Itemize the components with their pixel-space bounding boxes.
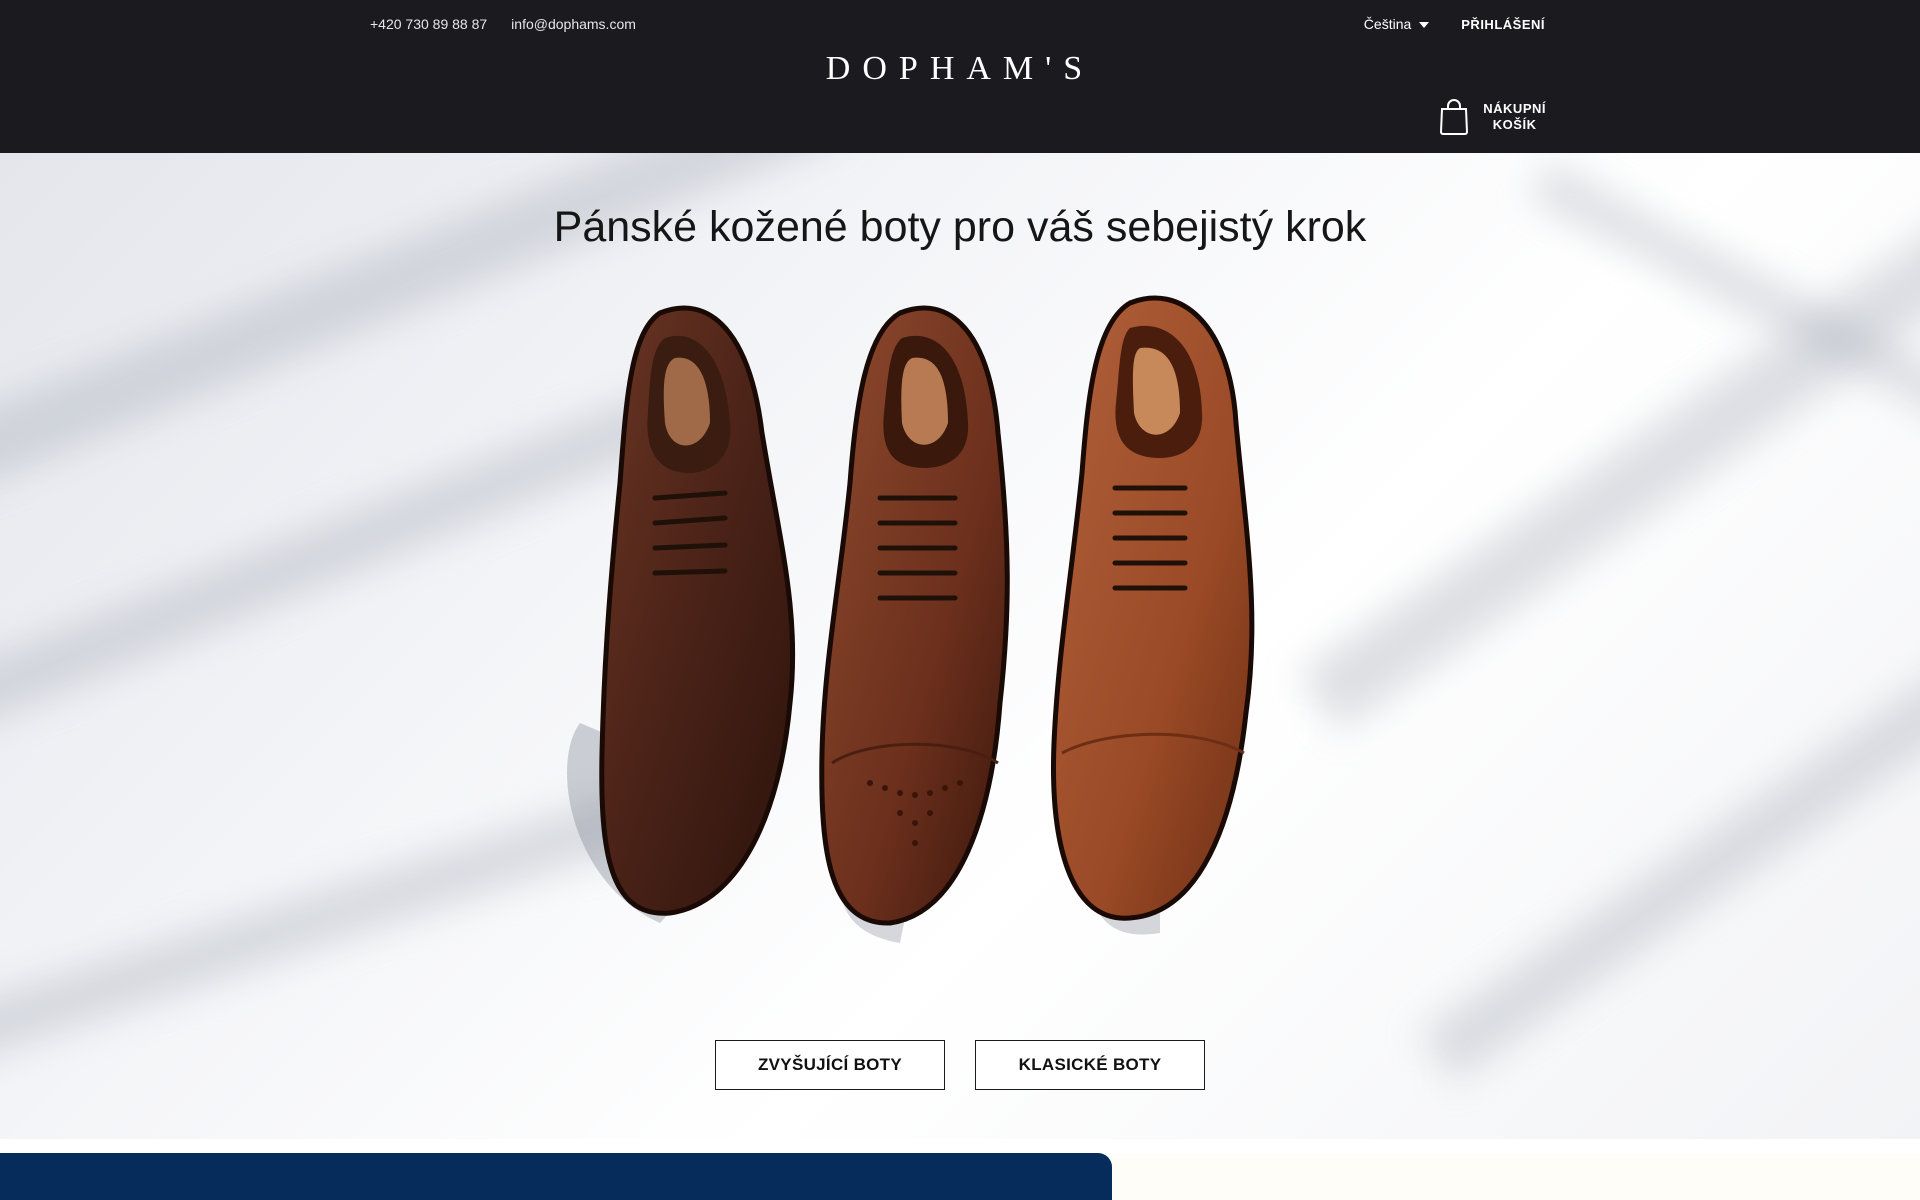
cart-label-line1: NÁKUPNÍ xyxy=(1483,101,1546,116)
cart-button[interactable]: NÁKUPNÍ KOŠÍK xyxy=(1439,98,1546,136)
site-header: +420 730 89 88 87 info@dophams.com Češti… xyxy=(0,0,1920,153)
elevator-shoes-button[interactable]: ZVYŠUJÍCÍ BOTY xyxy=(715,1040,945,1090)
promo-band-right xyxy=(1112,1153,1920,1200)
language-label: Čeština xyxy=(1363,16,1412,32)
caret-down-icon xyxy=(1419,22,1430,28)
phone-link[interactable]: +420 730 89 88 87 xyxy=(370,16,487,32)
site-logo[interactable]: DOPHAM'S xyxy=(0,50,1920,88)
cart-label-line2: KOŠÍK xyxy=(1492,117,1537,132)
language-selector[interactable]: Čeština xyxy=(1363,16,1430,32)
hero-banner: Pánské kožené boty pro váš sebejistý kro… xyxy=(0,153,1920,1139)
cart-label: NÁKUPNÍ KOŠÍK xyxy=(1483,101,1546,133)
hero-title: Pánské kožené boty pro váš sebejistý kro… xyxy=(553,203,1367,251)
window-shadow xyxy=(1420,631,1920,1083)
shopping-bag-icon xyxy=(1440,99,1469,135)
header-utilities: Čeština PŘIHLÁŠENÍ xyxy=(1364,16,1545,32)
email-link[interactable]: info@dophams.com xyxy=(511,16,636,32)
login-link[interactable]: PŘIHLÁŠENÍ xyxy=(1461,17,1545,32)
hero-buttons: ZVYŠUJÍCÍ BOTY KLASICKÉ BOTY xyxy=(0,1040,1920,1090)
contact-bar: +420 730 89 88 87 info@dophams.com xyxy=(370,16,636,32)
classic-shoes-button[interactable]: KLASICKÉ BOTY xyxy=(975,1040,1205,1090)
promo-band-left xyxy=(0,1153,1112,1200)
shoes-image xyxy=(566,295,1255,943)
